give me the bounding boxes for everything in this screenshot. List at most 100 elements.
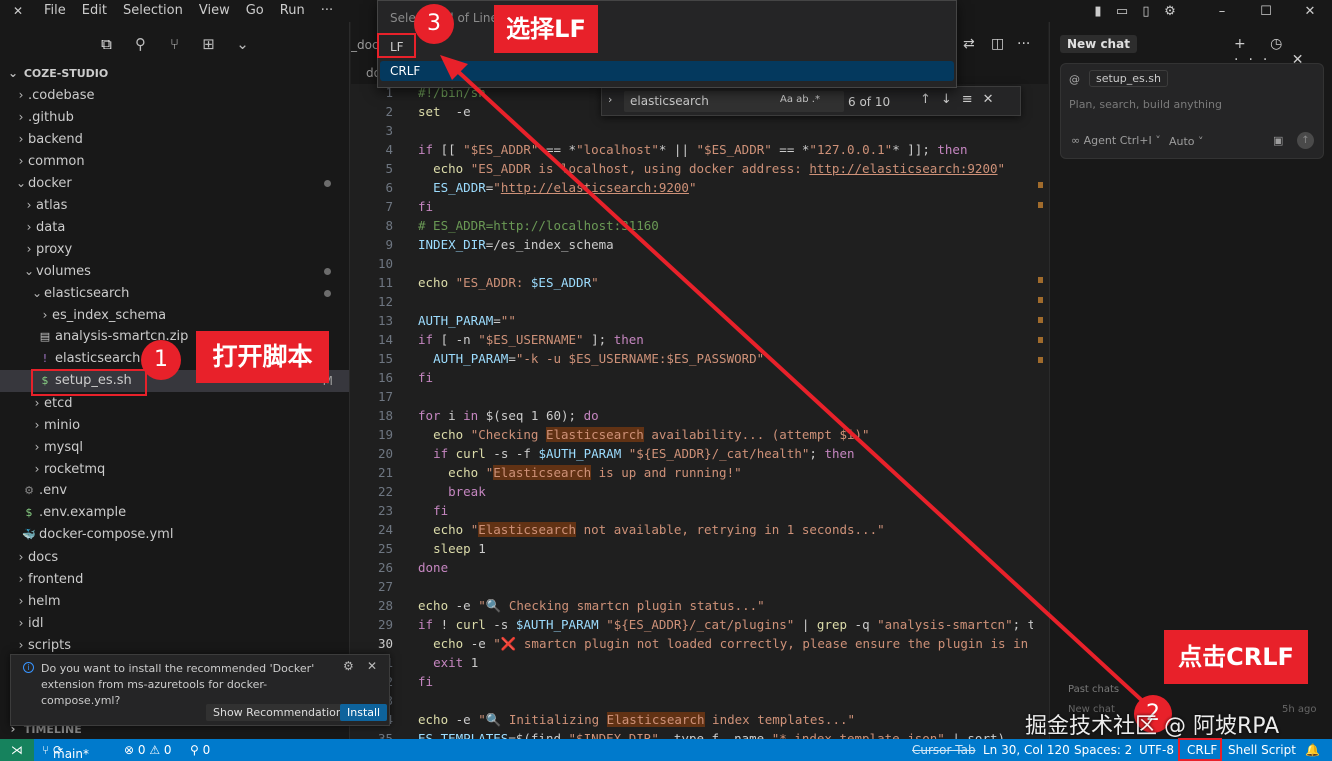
- image-attach-icon[interactable]: ▣: [1273, 134, 1283, 147]
- maximize-button[interactable]: ☐: [1244, 4, 1288, 19]
- explorer-files-icon[interactable]: ⧉: [97, 35, 117, 53]
- code-line[interactable]: exit 1: [418, 655, 478, 670]
- more-actions-icon[interactable]: ···: [1017, 36, 1030, 52]
- editor-scrollbar[interactable]: [1033, 84, 1045, 739]
- code-line[interactable]: fi: [418, 370, 433, 385]
- menu-file[interactable]: File: [36, 0, 74, 22]
- code-line[interactable]: echo "Elasticsearch not available, retry…: [418, 522, 885, 537]
- cursor-tab-indicator[interactable]: Cursor Tab: [912, 743, 976, 757]
- tree-item[interactable]: › rocketmq: [0, 458, 349, 480]
- chevron-right-icon[interactable]: ›: [608, 93, 612, 106]
- tree-item[interactable]: › data: [0, 216, 349, 238]
- code-line[interactable]: echo -e "❌ smartcn plugin not loaded cor…: [418, 636, 1028, 652]
- menu-view[interactable]: View: [191, 0, 238, 22]
- menu-more[interactable]: ···: [313, 0, 341, 22]
- find-navigation-controls[interactable]: ↑↓≡✕: [920, 92, 1004, 107]
- code-line[interactable]: fi: [418, 674, 433, 689]
- minimize-button[interactable]: –: [1200, 4, 1244, 19]
- show-recommendations-button[interactable]: Show Recommendations: [206, 704, 356, 721]
- diff-icon[interactable]: ⇄: [963, 36, 975, 52]
- gear-icon[interactable]: ⚙: [343, 659, 354, 673]
- code-line[interactable]: fi: [418, 199, 433, 214]
- tree-item[interactable]: ⌄ docker: [0, 172, 349, 194]
- code-line[interactable]: AUTH_PARAM="": [418, 313, 516, 328]
- remote-indicator-icon[interactable]: ⋊: [0, 739, 34, 761]
- tree-item[interactable]: › idl: [0, 612, 349, 634]
- close-window-button[interactable]: ✕: [1288, 4, 1332, 19]
- code-line[interactable]: echo "ES_ADDR: $ES_ADDR": [418, 275, 599, 290]
- code-line[interactable]: if curl -s -f $AUTH_PARAM "${ES_ADDR}/_c…: [418, 446, 855, 461]
- code-line[interactable]: echo "ES_ADDR is localhost, using docker…: [418, 161, 1005, 176]
- settings-gear-icon[interactable]: ⚙: [1162, 4, 1178, 19]
- tree-item[interactable]: › backend: [0, 128, 349, 150]
- menu-run[interactable]: Run: [272, 0, 313, 22]
- context-file-chip[interactable]: setup_es.sh: [1089, 70, 1168, 87]
- close-icon[interactable]: ✕: [367, 659, 377, 673]
- chat-input[interactable]: Plan, search, build anything: [1069, 98, 1222, 111]
- tree-item[interactable]: › .github: [0, 106, 349, 128]
- eol-option-crlf[interactable]: CRLF: [380, 61, 954, 81]
- toggle-primary-sidebar-icon[interactable]: ▮: [1090, 4, 1106, 19]
- send-button[interactable]: ↑: [1297, 132, 1314, 149]
- explorer-root-folder[interactable]: ⌄ COZE-STUDIO: [0, 62, 349, 84]
- editor-tab[interactable]: _doc: [351, 38, 379, 52]
- toggle-secondary-sidebar-icon[interactable]: ▯: [1138, 4, 1154, 19]
- mention-button[interactable]: @: [1069, 73, 1080, 86]
- code-line[interactable]: echo -e "🔍 Initializing Elasticsearch in…: [418, 712, 855, 728]
- language-mode[interactable]: Shell Script: [1228, 743, 1296, 757]
- code-line[interactable]: ES_TEMPLATES=$(find "$INDEX_DIR" -type f…: [418, 731, 1005, 739]
- tree-item[interactable]: › docs: [0, 546, 349, 568]
- code-line[interactable]: # ES_ADDR=http://localhost:31160: [418, 218, 659, 233]
- code-line[interactable]: sleep 1: [418, 541, 486, 556]
- tree-item[interactable]: ⌄ elasticsearch: [0, 282, 349, 304]
- cursor-position[interactable]: Ln 30, Col 120: [983, 743, 1070, 757]
- tree-item[interactable]: ! elasticsearch.y: [0, 348, 349, 370]
- problems-indicator[interactable]: ⊗ 0 ⚠ 0: [124, 743, 172, 757]
- code-line[interactable]: echo "Checking Elasticsearch availabilit…: [418, 427, 870, 442]
- tree-item[interactable]: › mysql: [0, 436, 349, 458]
- tree-item[interactable]: ⚙ .env: [0, 480, 349, 502]
- code-line[interactable]: INDEX_DIR=/es_index_schema: [418, 237, 614, 252]
- code-line[interactable]: AUTH_PARAM="-k -u $ES_USERNAME:$ES_PASSW…: [418, 351, 764, 366]
- split-editor-icon[interactable]: ◫: [991, 36, 1004, 52]
- notifications-bell-icon[interactable]: 🔔: [1305, 743, 1320, 757]
- tree-item[interactable]: 🐳 docker-compose.yml: [0, 524, 349, 546]
- tree-item[interactable]: ⌄ volumes: [0, 260, 349, 282]
- code-line[interactable]: fi: [418, 503, 448, 518]
- install-button[interactable]: Install: [340, 704, 388, 721]
- past-chat-item[interactable]: New chat: [1068, 704, 1115, 715]
- tree-item[interactable]: › proxy: [0, 238, 349, 260]
- agent-mode-dropdown[interactable]: ∞ Agent Ctrl+I ˅: [1071, 134, 1161, 147]
- code-line[interactable]: echo "Elasticsearch is up and running!": [418, 465, 742, 480]
- chat-input-box[interactable]: @ setup_es.sh Plan, search, build anythi…: [1060, 63, 1324, 159]
- tree-item[interactable]: $ .env.example: [0, 502, 349, 524]
- ports-indicator[interactable]: ⚲ 0: [190, 743, 210, 757]
- eol-indicator[interactable]: CRLF: [1187, 743, 1217, 757]
- quick-pick-input[interactable]: Select End of Line Sequence: [390, 11, 561, 25]
- encoding-indicator[interactable]: UTF-8: [1139, 743, 1174, 757]
- tree-item[interactable]: ▤ analysis-smartcn.zip: [0, 326, 349, 348]
- extensions-icon[interactable]: ⊞: [199, 35, 219, 53]
- tree-item[interactable]: › minio: [0, 414, 349, 436]
- code-line[interactable]: echo -e "🔍 Checking smartcn plugin statu…: [418, 598, 765, 614]
- code-line[interactable]: break: [418, 484, 486, 499]
- tree-item[interactable]: › common: [0, 150, 349, 172]
- toggle-panel-icon[interactable]: ▭: [1114, 4, 1130, 19]
- search-icon[interactable]: ⚲: [131, 35, 151, 53]
- chevron-down-icon[interactable]: ⌄: [233, 35, 253, 53]
- tree-item[interactable]: › es_index_schema: [0, 304, 349, 326]
- code-line[interactable]: if ! curl -s $AUTH_PARAM "${ES_ADDR}/_ca…: [418, 617, 1035, 632]
- code-line[interactable]: for i in $(seq 1 60); do: [418, 408, 599, 423]
- code-line[interactable]: ES_ADDR="http://elasticsearch:9200": [418, 180, 696, 195]
- code-line[interactable]: if [[ "$ES_ADDR" == *"localhost"* || "$E…: [418, 142, 967, 157]
- menu-selection[interactable]: Selection: [115, 0, 191, 22]
- eol-option-lf[interactable]: LF: [380, 37, 954, 57]
- find-options[interactable]: Aa ab .*: [780, 94, 820, 105]
- code-line[interactable]: set -e: [418, 104, 471, 119]
- tree-item[interactable]: › etcd: [0, 392, 349, 414]
- tree-item[interactable]: $ setup_es.sh M: [0, 370, 349, 392]
- menu-edit[interactable]: Edit: [74, 0, 115, 22]
- branch-indicator[interactable]: ⑂ main* ⟳: [42, 743, 89, 761]
- tree-item[interactable]: › frontend: [0, 568, 349, 590]
- tree-item[interactable]: › helm: [0, 590, 349, 612]
